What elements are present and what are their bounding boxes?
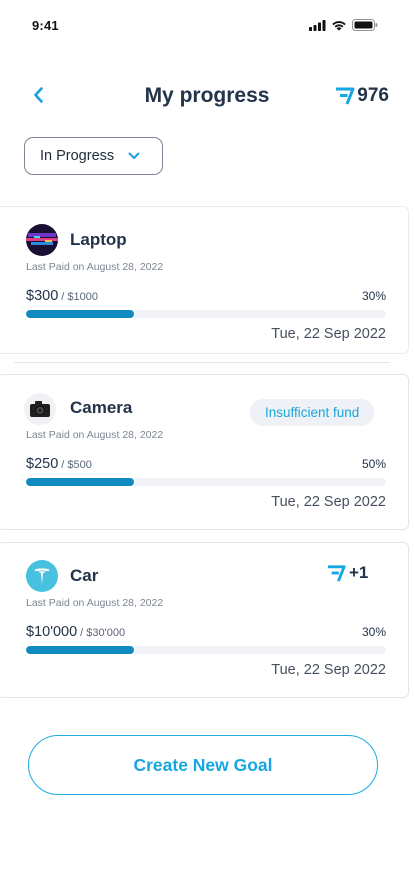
goal-name: Camera [70,398,133,417]
last-paid-text: Last Paid on August 28, 2022 [26,429,164,441]
progress-fill [26,478,134,486]
signal-icon [309,19,326,31]
progress-fill [26,646,134,654]
battery-icon [352,19,378,31]
reward-indicator: +1 [327,563,368,583]
saved-amount: $250/ $500 [26,456,92,472]
status-icons [309,19,378,31]
create-new-goal-button[interactable]: Create New Goal [28,735,378,795]
progress-percent: 30% [361,625,386,639]
target-value: / $30'000 [80,627,126,639]
target-value: / $1000 [61,291,98,303]
saved-value: $10'000 [26,624,78,640]
brand-logo-icon [336,87,355,105]
progress-bar [26,478,386,486]
camera-icon [24,393,56,425]
insufficient-fund-badge: Insufficient fund [250,399,375,426]
status-filter-dropdown[interactable]: In Progress [24,137,163,175]
goal-name: Laptop [70,230,127,249]
tesla-logo-icon [26,560,58,592]
saved-value: $300 [26,288,59,304]
filter-selected-label: In Progress [40,148,115,164]
progress-percent: 50% [361,457,386,471]
points-value: 976 [357,85,389,106]
saved-amount: $300/ $1000 [26,288,98,304]
laptop-icon [26,224,58,256]
goal-date: Tue, 22 Sep 2022 [271,662,386,678]
goal-date: Tue, 22 Sep 2022 [271,494,386,510]
goal-date: Tue, 22 Sep 2022 [271,326,386,342]
card-divider [14,362,390,363]
status-time: 9:41 [32,18,59,33]
chevron-down-icon [128,152,140,159]
saved-amount: $10'000/ $30'000 [26,624,125,640]
progress-bar [26,646,386,654]
progress-fill [26,310,134,318]
brand-logo-icon [327,564,346,582]
wifi-icon [332,20,346,31]
points-balance: 976 [335,85,389,107]
last-paid-text: Last Paid on August 28, 2022 [26,261,164,273]
target-value: / $500 [61,459,92,471]
reward-value: +1 [349,563,369,582]
last-paid-text: Last Paid on August 28, 2022 [26,597,164,609]
saved-value: $250 [26,456,59,472]
progress-percent: 30% [361,289,386,303]
progress-bar [26,310,386,318]
goal-name: Car [70,566,99,585]
